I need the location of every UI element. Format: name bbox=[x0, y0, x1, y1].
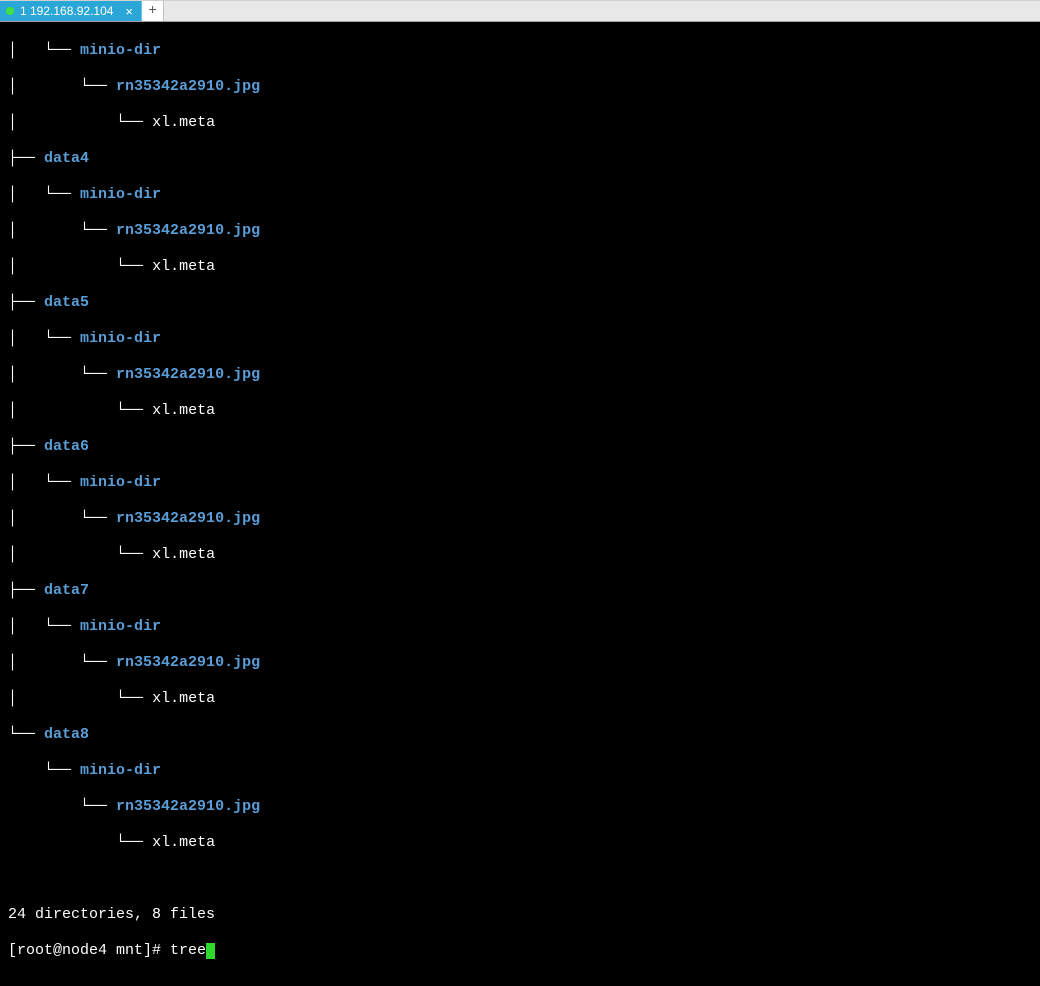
tree-line: │ └── rn35342a2910.jpg bbox=[8, 366, 1032, 384]
close-icon[interactable]: × bbox=[125, 5, 133, 18]
tree-line: │ └── xl.meta bbox=[8, 114, 1032, 132]
tree-line: │ └── rn35342a2910.jpg bbox=[8, 222, 1032, 240]
tree-line: └── minio-dir bbox=[8, 762, 1032, 780]
tree-line: │ └── minio-dir bbox=[8, 474, 1032, 492]
tree-line: ├── data5 bbox=[8, 294, 1032, 312]
tree-line: ├── data7 bbox=[8, 582, 1032, 600]
tree-blank bbox=[8, 870, 1032, 888]
prompt-line[interactable]: [root@node4 mnt]# tree bbox=[8, 942, 1032, 960]
tab-label: 1 192.168.92.104 bbox=[20, 4, 113, 18]
tree-line: │ └── minio-dir bbox=[8, 618, 1032, 636]
command-input[interactable]: tree bbox=[170, 942, 206, 959]
tree-line: └── rn35342a2910.jpg bbox=[8, 798, 1032, 816]
tree-line: ├── data6 bbox=[8, 438, 1032, 456]
tree-line: │ └── minio-dir bbox=[8, 42, 1032, 60]
tree-line: │ └── rn35342a2910.jpg bbox=[8, 78, 1032, 96]
tree-line: │ └── minio-dir bbox=[8, 330, 1032, 348]
tree-line: │ └── xl.meta bbox=[8, 402, 1032, 420]
cursor-icon bbox=[206, 943, 215, 959]
tree-line: │ └── minio-dir bbox=[8, 186, 1032, 204]
tab-bar: 1 192.168.92.104 × + bbox=[0, 0, 1040, 22]
tree-line: └── xl.meta bbox=[8, 834, 1032, 852]
status-dot-icon bbox=[6, 7, 14, 15]
tree-line: │ └── rn35342a2910.jpg bbox=[8, 510, 1032, 528]
terminal-output[interactable]: │ └── minio-dir │ └── rn35342a2910.jpg │… bbox=[0, 22, 1040, 986]
tree-line: └── data8 bbox=[8, 726, 1032, 744]
tree-line: │ └── rn35342a2910.jpg bbox=[8, 654, 1032, 672]
tree-line: │ └── xl.meta bbox=[8, 258, 1032, 276]
add-tab-button[interactable]: + bbox=[142, 1, 164, 21]
plus-icon: + bbox=[148, 3, 156, 19]
tree-line: │ └── xl.meta bbox=[8, 690, 1032, 708]
tree-summary: 24 directories, 8 files bbox=[8, 906, 1032, 924]
tree-line: ├── data4 bbox=[8, 150, 1032, 168]
tree-line: │ └── xl.meta bbox=[8, 546, 1032, 564]
prompt: [root@node4 mnt]# bbox=[8, 942, 170, 959]
tab-active[interactable]: 1 192.168.92.104 × bbox=[0, 1, 142, 21]
